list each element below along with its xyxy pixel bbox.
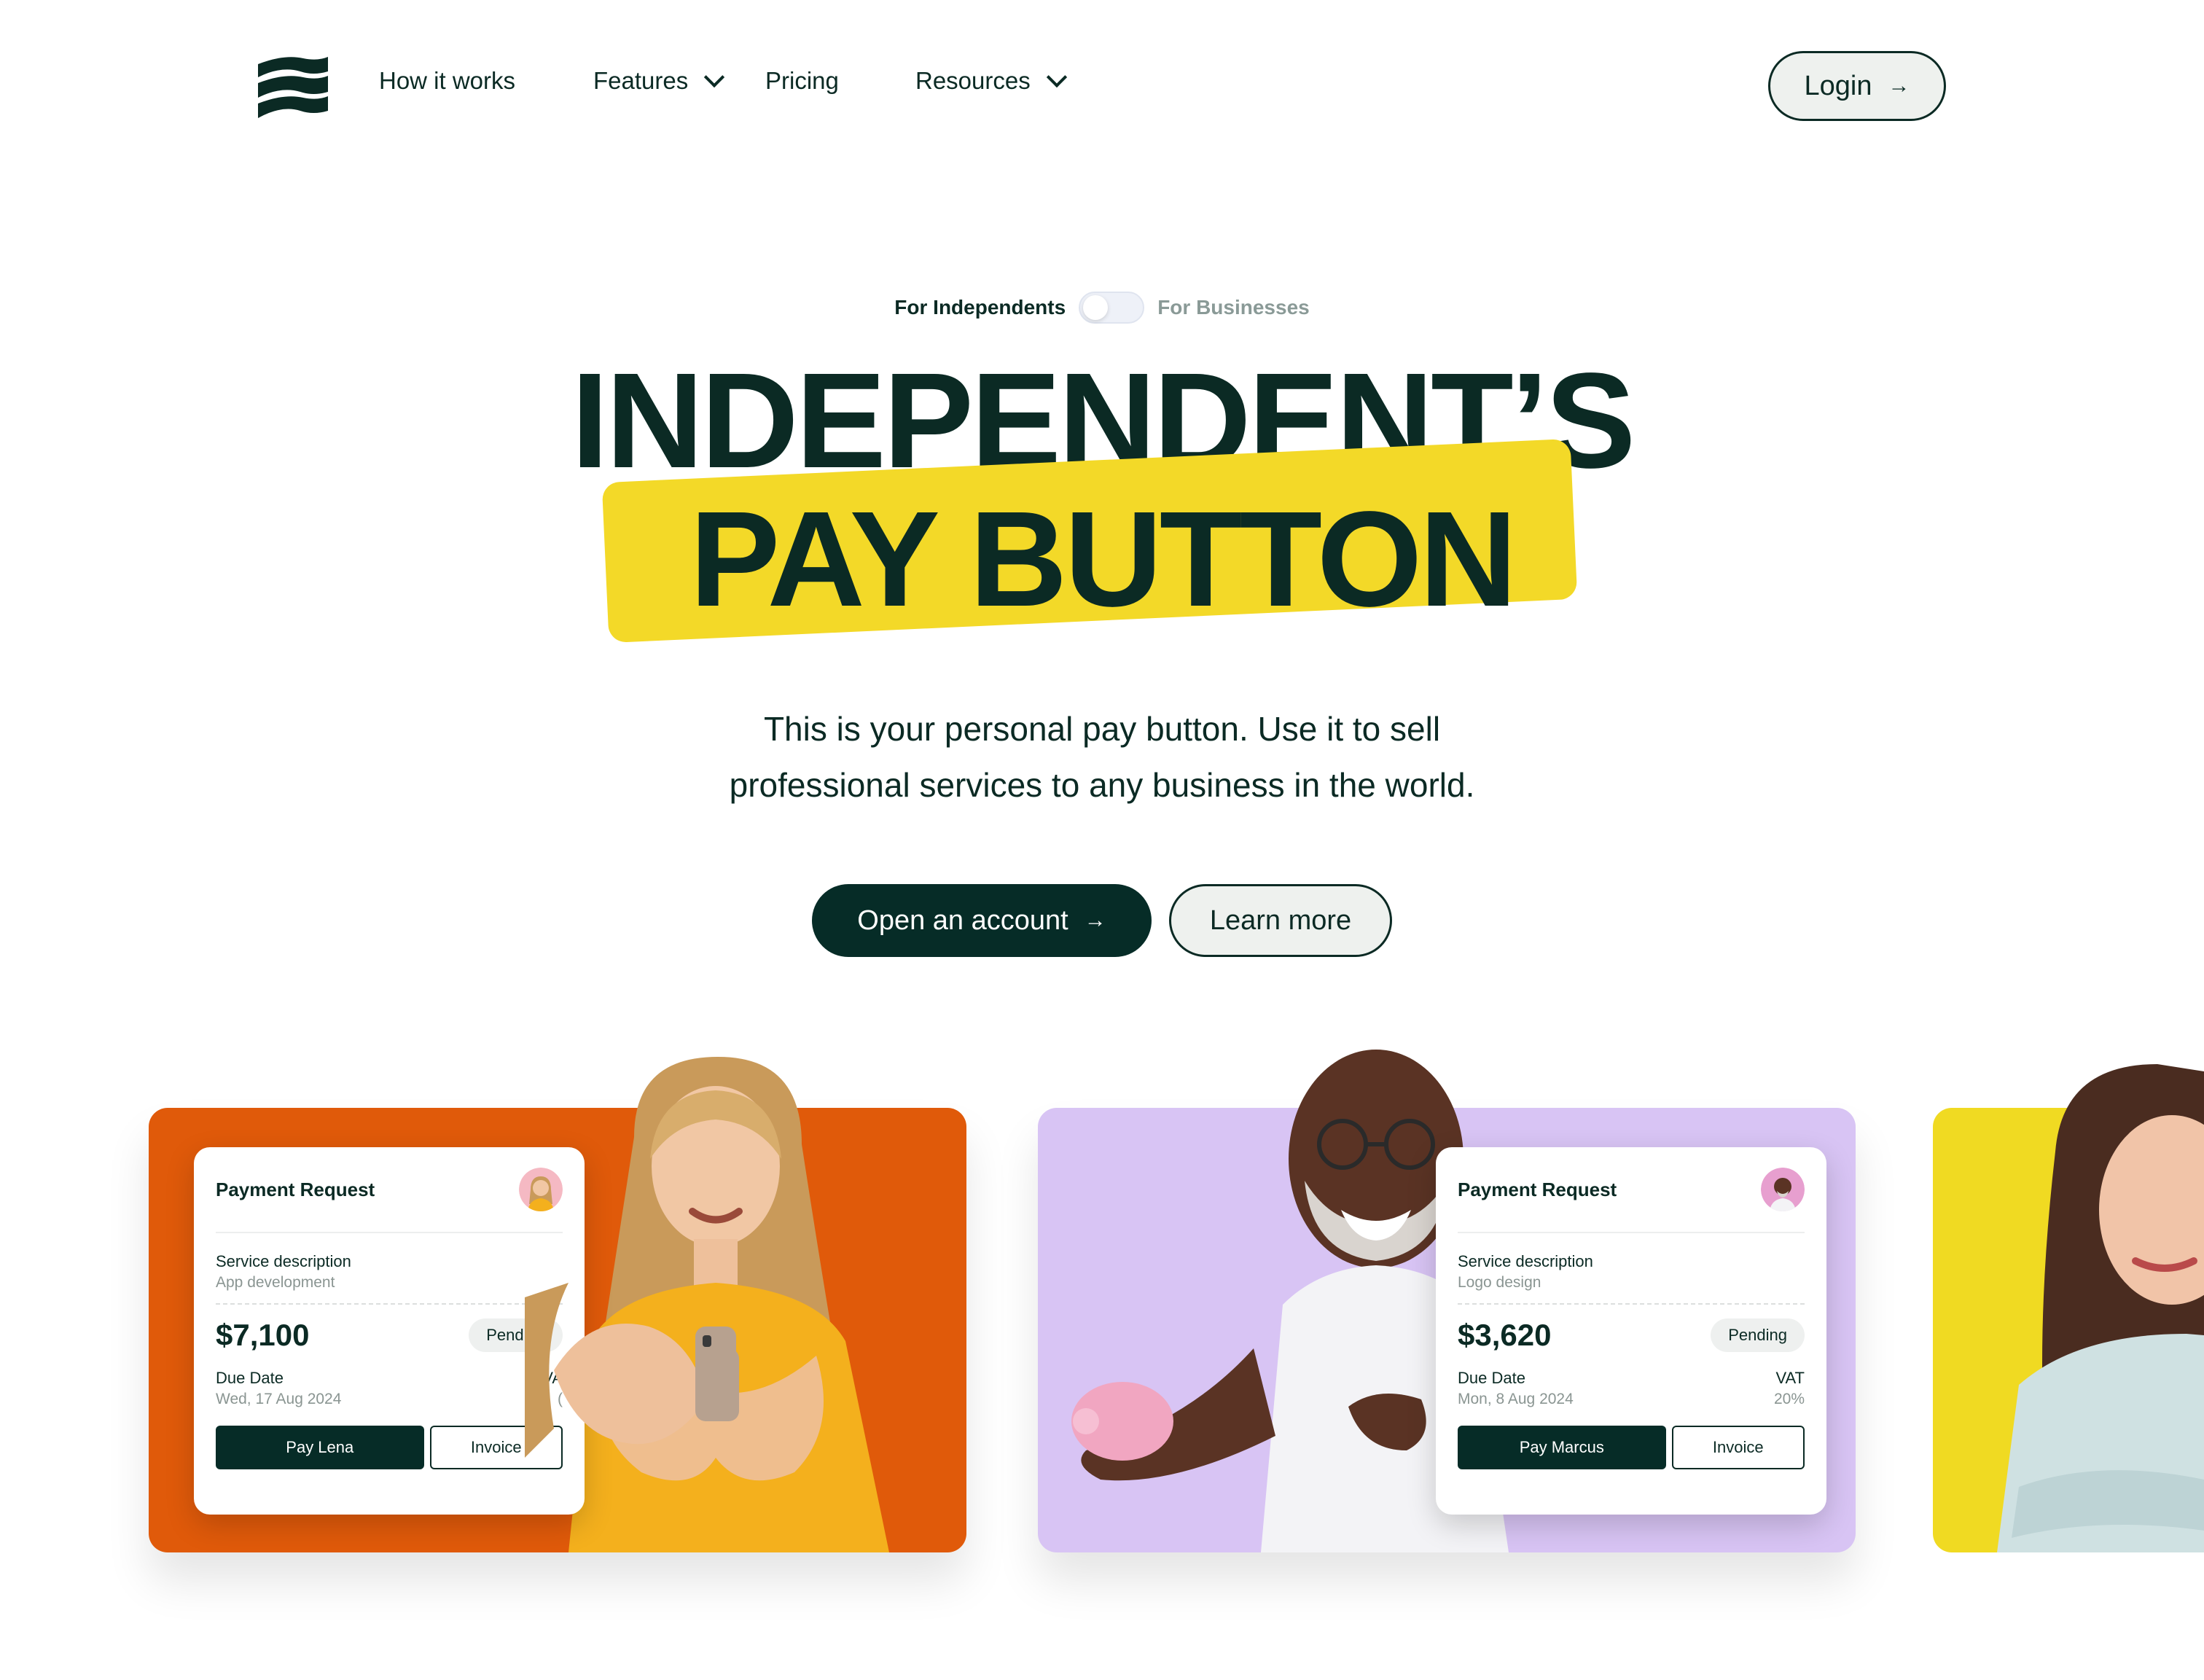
service-value: App development [216, 1274, 335, 1291]
card-title: Payment Request [1458, 1178, 1617, 1200]
audience-switch[interactable] [1079, 292, 1145, 324]
avatar [1761, 1168, 1805, 1211]
chevron-down-icon [1046, 66, 1067, 88]
vat-label: VAT [1775, 1369, 1805, 1387]
service-label: Service description [216, 1252, 351, 1270]
login-label: Login [1804, 70, 1872, 101]
brand-logo-icon[interactable] [255, 54, 329, 121]
pay-button[interactable]: Pay Lena [216, 1426, 424, 1469]
nav-how-it-works[interactable]: How it works [379, 67, 515, 95]
switch-knob [1083, 295, 1109, 320]
card-header: Payment Request [1458, 1147, 1805, 1233]
nav-features[interactable]: Features [593, 66, 725, 95]
pay-button[interactable]: Pay Marcus [1458, 1426, 1666, 1469]
amount: $3,620 [1458, 1318, 1552, 1352]
vat-value: 20% [1773, 1391, 1805, 1407]
service-label: Service description [1458, 1252, 1593, 1270]
hero-headline-line2: PAY BUTTON [689, 484, 1517, 635]
divider [1458, 1303, 1805, 1305]
due-date-value: Mon, 8 Aug 2024 [1458, 1391, 1574, 1407]
arrow-right-icon: → [1084, 908, 1106, 932]
toggle-label-independents[interactable]: For Independents [894, 296, 1066, 319]
hero-subtext-line2: professional services to any business in… [729, 766, 1475, 804]
nav-pricing[interactable]: Pricing [765, 67, 839, 95]
amount: $7,100 [216, 1318, 310, 1352]
nav-label: How it works [379, 67, 516, 94]
audience-toggle: For Independents For Businesses [0, 292, 2204, 324]
service-value: Logo design [1458, 1274, 1541, 1291]
nav-resources[interactable]: Resources [915, 66, 1067, 95]
nav-label: Resources [915, 67, 1031, 94]
avatar [519, 1168, 563, 1211]
due-date-label: Due Date [216, 1369, 284, 1387]
learn-more-button[interactable]: Learn more [1169, 884, 1392, 957]
card-header: Payment Request [216, 1147, 563, 1233]
invoice-button[interactable]: Invoice [1671, 1426, 1805, 1469]
learn-more-label: Learn more [1209, 905, 1352, 936]
nav-label: Pricing [765, 67, 839, 94]
login-button[interactable]: Login → [1768, 51, 1946, 121]
card-title: Payment Request [216, 1178, 375, 1200]
hero-subtext: This is your personal pay button. Use it… [0, 701, 2204, 813]
arrow-right-icon: → [1888, 74, 1910, 98]
due-date-label: Due Date [1458, 1369, 1525, 1387]
toggle-label-businesses[interactable]: For Businesses [1157, 296, 1310, 319]
smiling-woman-image [1997, 1064, 2204, 1552]
payment-request-card: Payment Request Service description Logo… [1436, 1147, 1826, 1515]
status-badge: Pending [1711, 1318, 1805, 1352]
nav-label: Features [593, 67, 689, 94]
due-date-value: Wed, 17 Aug 2024 [216, 1391, 342, 1407]
hero-subtext-line1: This is your personal pay button. Use it… [763, 710, 1441, 748]
open-account-label: Open an account [857, 905, 1068, 936]
divider [216, 1303, 563, 1305]
chevron-down-icon [704, 66, 725, 88]
hands-holding-phone-image [525, 1283, 739, 1458]
open-account-button[interactable]: Open an account → [812, 884, 1152, 957]
